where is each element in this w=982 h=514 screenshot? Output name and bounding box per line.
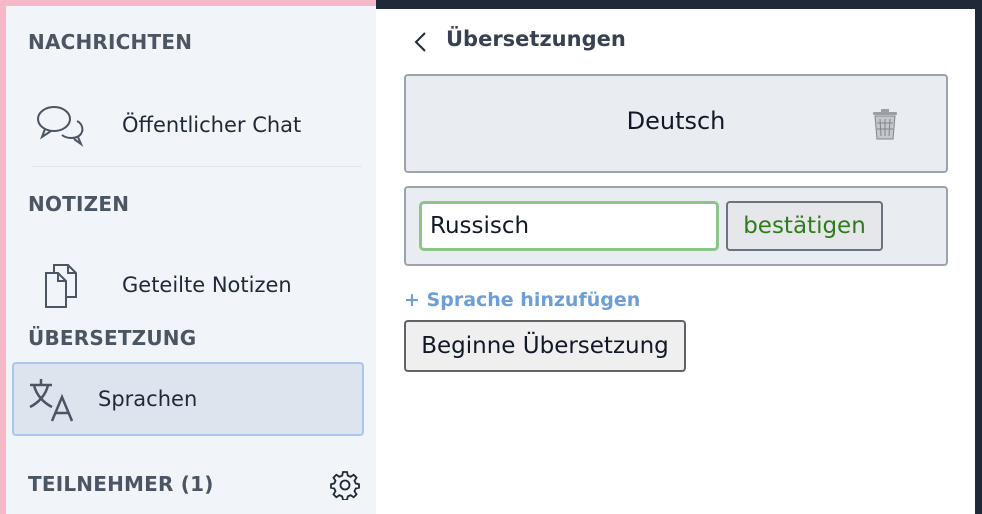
page-title: Übersetzungen [446,27,626,51]
translations-panel: Übersetzungen Deutsch bestätigen + Sprac… [376,9,975,514]
sidebar-item-label: Öffentlicher Chat [122,113,302,137]
translate-icon [26,373,78,425]
sidebar-item-public-chat[interactable]: Öffentlicher Chat [16,90,366,160]
language-entry: Deutsch [404,74,948,173]
sidebar-item-languages[interactable]: Sprachen [12,362,364,436]
sidebar-item-label: Sprachen [98,387,198,411]
chevron-left-icon[interactable] [412,31,430,53]
app-frame: NACHRICHTEN Öffentlicher Chat NOTIZEN Ge… [0,0,982,514]
confirm-button[interactable]: bestätigen [726,201,883,251]
language-input[interactable] [419,201,719,251]
divider [32,166,362,167]
sidebar: NACHRICHTEN Öffentlicher Chat NOTIZEN Ge… [6,6,376,514]
gear-icon[interactable] [330,470,360,501]
chat-bubbles-icon [34,99,86,151]
sidebar-item-label: Geteilte Notizen [122,273,292,297]
add-language-link[interactable]: + Sprache hinzufügen [404,289,640,311]
section-title-participants: TEILNEHMER (1) [28,472,214,496]
sidebar-item-shared-notes[interactable]: Geteilte Notizen [16,250,366,320]
section-title-translation: ÜBERSETZUNG [28,326,197,350]
documents-icon [34,259,86,311]
begin-translation-button[interactable]: Beginne Übersetzung [404,320,686,372]
section-title-notes: NOTIZEN [28,192,130,216]
section-title-messages: NACHRICHTEN [28,30,193,54]
top-border-dark [376,0,982,9]
language-name: Deutsch [626,107,726,135]
trash-icon[interactable] [870,108,900,140]
right-border-dark [975,0,982,514]
new-language-row: bestätigen [404,186,948,266]
